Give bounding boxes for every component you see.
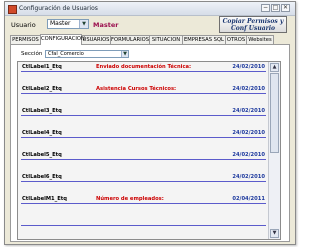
row-divider [21, 181, 266, 182]
seccion-label: Sección [21, 51, 43, 57]
row-divider [21, 71, 266, 72]
vertical-scrollbar[interactable]: ▲ ▼ [268, 62, 280, 239]
row-divider [21, 137, 266, 138]
fields-grid: CtlLabel1_Etq Enviado documentación Técn… [17, 61, 281, 240]
field-date: 24/02/2010 [232, 64, 265, 70]
tab-permisos[interactable]: PERMISOS [10, 35, 41, 44]
row-divider [21, 115, 266, 116]
seccion-select[interactable]: Cfal_Comercio ▼ [45, 50, 129, 58]
list-item[interactable]: CtlLabel3_Etq 24/02/2010 [21, 108, 266, 130]
field-name: CtlLabel5_Etq [22, 152, 62, 158]
field-date: 24/02/2010 [232, 108, 265, 114]
field-date: 24/02/2010 [232, 174, 265, 180]
field-name: CtlLabelM1_Etq [22, 196, 67, 202]
tab-websites[interactable]: Websites [246, 35, 274, 44]
field-name: CtlLabel2_Etq [22, 86, 62, 92]
list-item[interactable]: CtlLabelM1_Etq Número de empleados: 02/0… [21, 196, 266, 218]
row-divider [21, 159, 266, 160]
close-button[interactable]: ✕ [281, 4, 290, 12]
user-select-value: Master [50, 20, 71, 27]
list-item[interactable]: CtlLabel4_Etq 24/02/2010 [21, 130, 266, 152]
field-name: CtlLabel4_Etq [22, 130, 62, 136]
list-item[interactable] [21, 218, 266, 240]
list-item[interactable]: CtlLabel6_Etq 24/02/2010 [21, 174, 266, 196]
tab-empresas-sql[interactable]: EMPRESAS SQL [182, 35, 226, 44]
tab-otros[interactable]: OTROS [225, 35, 247, 44]
tab-situacion[interactable]: SITUACION [149, 35, 183, 44]
field-name: CtlLabel1_Etq [22, 64, 62, 70]
window-title: Configuración de Usuarios [19, 5, 98, 12]
list-item[interactable]: CtlLabel2_Etq Asistencia Cursos Técnicos… [21, 86, 266, 108]
field-description: Asistencia Cursos Técnicos: [96, 86, 177, 92]
tab-formularios[interactable]: FORMULARIOS [110, 35, 150, 44]
title-bar: Configuración de Usuarios − □ ✕ [5, 2, 295, 16]
user-label: Usuario [11, 21, 36, 29]
row-divider [21, 203, 266, 204]
row-divider [21, 225, 266, 226]
field-name: CtlLabel6_Etq [22, 174, 62, 180]
tab-configuracion[interactable]: CONFIGURACION [40, 34, 85, 45]
copy-permissions-button[interactable]: Copiar Permisos y Conf Usuario [219, 16, 287, 33]
user-select[interactable]: Master ▼ [47, 19, 89, 29]
chevron-down-icon[interactable]: ▼ [79, 20, 88, 28]
configuracion-usuarios-window: Configuración de Usuarios − □ ✕ Usuario … [4, 1, 296, 245]
chevron-down-icon[interactable]: ▼ [121, 51, 128, 57]
field-description: Número de empleados: [96, 196, 164, 202]
tab-usuarios[interactable]: USUARIOS [81, 35, 111, 44]
list-item[interactable]: CtlLabel1_Etq Enviado documentación Técn… [21, 64, 266, 86]
app-icon [8, 5, 17, 14]
list-item[interactable]: CtlLabel5_Etq 24/02/2010 [21, 152, 266, 174]
maximize-button[interactable]: □ [271, 4, 280, 12]
field-description: Enviado documentación Técnica: [96, 64, 192, 70]
field-date: 24/02/2010 [232, 86, 265, 92]
field-rows: CtlLabel1_Etq Enviado documentación Técn… [21, 64, 266, 238]
minimize-button[interactable]: − [261, 4, 270, 12]
scroll-thumb[interactable] [270, 73, 279, 153]
field-date: 24/02/2010 [232, 152, 265, 158]
field-name: CtlLabel3_Etq [22, 108, 62, 114]
field-date: 24/02/2010 [232, 130, 265, 136]
row-divider [21, 93, 266, 94]
scroll-down-icon[interactable]: ▼ [270, 229, 279, 238]
seccion-select-value: Cfal_Comercio [48, 51, 84, 57]
user-display-name: Master [93, 21, 119, 29]
scroll-up-icon[interactable]: ▲ [270, 63, 279, 72]
configuracion-panel: Sección Cfal_Comercio ▼ CtlLabel1_Etq En… [10, 44, 290, 242]
field-date: 02/04/2011 [232, 196, 265, 202]
